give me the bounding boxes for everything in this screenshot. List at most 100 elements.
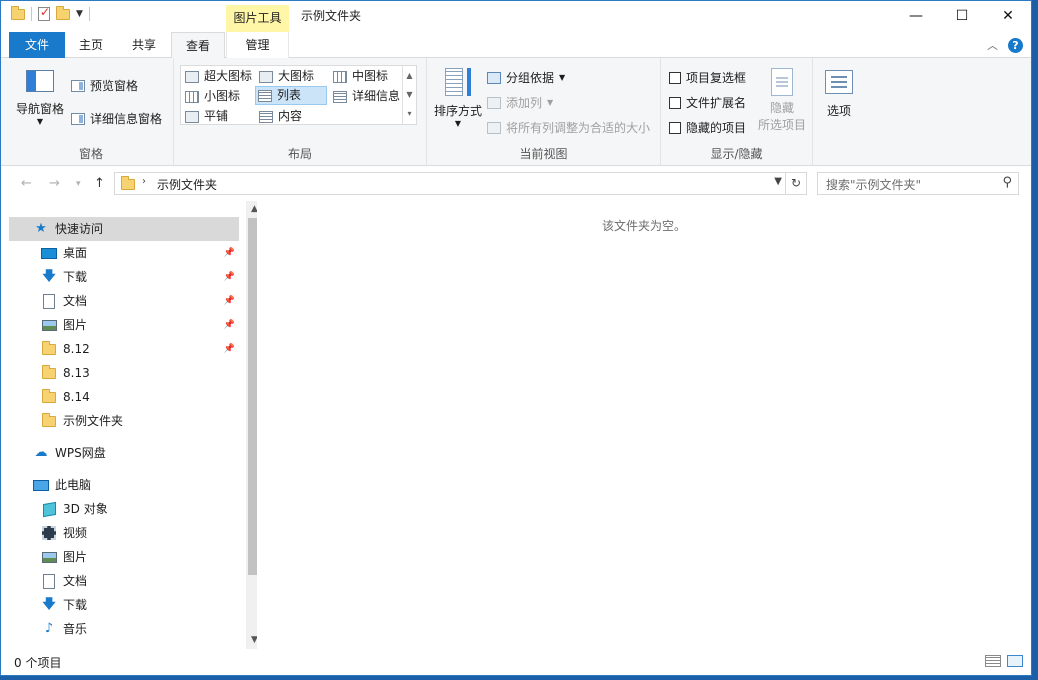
sidebar-item-this-pc[interactable]: 此电脑 — [9, 473, 239, 497]
collapse-ribbon-icon[interactable]: ︿ — [987, 37, 998, 53]
sidebar-item-music[interactable]: ♪ 音乐 — [9, 617, 239, 641]
back-arrow-icon[interactable]: ← — [21, 176, 32, 191]
folder-icon — [41, 388, 57, 405]
sidebar-item-label: 此电脑 — [55, 478, 92, 492]
sidebar-item-wps-cloud[interactable]: ☁ WPS网盘 — [9, 441, 239, 465]
sidebar-item-folder-8-12[interactable]: 8.12 📌 — [9, 337, 239, 361]
group-label-layout: 布局 — [287, 147, 312, 161]
checkbox[interactable] — [669, 121, 681, 134]
item-count: 0 个项目 — [14, 656, 62, 670]
scroll-up-icon[interactable]: ▲ — [403, 66, 416, 85]
navigation-pane-icon — [26, 70, 54, 92]
ribbon-group-panes: 导航窗格 ▼ 预览窗格 详细信息窗格 窗格 — [9, 58, 174, 166]
layout-large-icons[interactable]: 大图标 — [257, 67, 314, 86]
large-icons-icon — [259, 70, 273, 83]
navigation-pane: ★ 快速访问 桌面 📌 🡇 下载 📌 文档 📌 图片 📌 8.12 📌 8.13… — [9, 201, 263, 649]
search-icon[interactable]: ⚲ — [1002, 175, 1012, 190]
sidebar-item-quick-access[interactable]: ★ 快速访问 — [9, 217, 239, 241]
layout-gallery-scroll: ▲ ▼ ▾ — [402, 66, 416, 124]
document-icon — [41, 293, 57, 309]
details-pane-button[interactable]: 详细信息窗格 — [71, 110, 162, 127]
empty-folder-message: 该文件夹为空。 — [601, 219, 686, 233]
layout-list[interactable]: 列表 — [255, 86, 327, 105]
sidebar-item-pc-documents[interactable]: 文档 — [9, 569, 239, 593]
tab-home[interactable]: 主页 — [65, 32, 117, 58]
breadcrumb-chevron-icon[interactable]: › — [142, 176, 146, 187]
sidebar-item-sample-folder[interactable]: 示例文件夹 — [9, 409, 239, 433]
sidebar-item-folder-8-13[interactable]: 8.13 — [9, 361, 239, 385]
tab-share[interactable]: 共享 — [117, 32, 171, 58]
folder-icon — [41, 340, 57, 357]
folder-icon[interactable] — [11, 5, 25, 20]
layout-small-icons[interactable]: 小图标 — [183, 87, 240, 106]
scroll-down-icon[interactable]: ▼ — [403, 85, 416, 104]
sidebar-item-pictures[interactable]: 图片 📌 — [9, 313, 239, 337]
refresh-icon[interactable]: ↻ — [785, 173, 806, 194]
sidebar-item-downloads[interactable]: 🡇 下载 📌 — [9, 265, 239, 289]
ribbon-tabs: 文件 主页 共享 查看 管理 ︿ ? — [1, 32, 1031, 59]
search-box[interactable]: 搜索"示例文件夹" ⚲ — [817, 172, 1019, 195]
layout-content[interactable]: 内容 — [257, 107, 302, 126]
details-view-icon[interactable] — [985, 655, 1001, 667]
address-row: ← → ▾ ↑ › 示例文件夹 ▼ ↻ 搜索"示例文件夹" ⚲ — [1, 167, 1031, 201]
hidden-items-toggle[interactable]: 隐藏的项目 — [669, 119, 746, 136]
checkbox[interactable] — [669, 71, 681, 84]
group-by-button[interactable]: 分组依据 ▼ — [487, 69, 565, 86]
sidebar-item-label: 下载 — [63, 598, 88, 612]
item-checkboxes-toggle[interactable]: 项目复选框 — [669, 69, 746, 86]
customize-toolbar-dropdown-icon[interactable]: ▼ — [76, 9, 83, 19]
hide-selected-items-button[interactable]: 隐藏 所选项目 — [755, 68, 809, 133]
address-bar[interactable]: › 示例文件夹 ▼ ↻ — [114, 172, 807, 195]
file-list-area[interactable]: 该文件夹为空。 — [257, 201, 1031, 649]
layout-label: 大图标 — [278, 69, 315, 83]
maximize-button[interactable]: ☐ — [939, 1, 985, 32]
layout-details[interactable]: 详细信息 — [331, 87, 400, 106]
preview-pane-button[interactable]: 预览窗格 — [71, 77, 138, 94]
close-button[interactable]: ✕ — [985, 1, 1031, 32]
file-extensions-toggle[interactable]: 文件扩展名 — [669, 94, 746, 111]
layout-extra-large-icons[interactable]: 超大图标 — [183, 67, 252, 86]
status-bar: 0 个项目 — [1, 649, 1031, 675]
new-folder-icon[interactable] — [56, 5, 70, 20]
sidebar-item-documents[interactable]: 文档 📌 — [9, 289, 239, 313]
expand-gallery-icon[interactable]: ▾ — [403, 104, 416, 123]
navigation-pane-button[interactable]: 导航窗格 ▼ — [13, 70, 67, 126]
hide-selected-label-2: 所选项目 — [757, 118, 806, 132]
sidebar-item-pc-downloads[interactable]: 🡇 下载 — [9, 593, 239, 617]
sidebar-item-pc-pictures[interactable]: 图片 — [9, 545, 239, 569]
properties-icon[interactable] — [38, 5, 50, 21]
sidebar-item-3d-objects[interactable]: 3D 对象 — [9, 497, 239, 521]
sidebar-item-videos[interactable]: 视频 — [9, 521, 239, 545]
add-columns-button[interactable]: 添加列 ▼ — [487, 94, 553, 111]
minimize-button[interactable]: — — [893, 1, 939, 32]
sidebar-item-folder-8-14[interactable]: 8.14 — [9, 385, 239, 409]
size-all-columns-button[interactable]: 将所有列调整为合适的大小 — [487, 119, 650, 136]
pin-icon[interactable]: 📌 — [224, 265, 235, 289]
checkbox[interactable] — [669, 96, 681, 109]
tab-manage[interactable]: 管理 — [226, 32, 289, 58]
address-history-dropdown-icon[interactable]: ▼ — [774, 176, 782, 187]
large-icons-view-icon[interactable] — [1007, 655, 1023, 667]
pin-icon[interactable]: 📌 — [224, 313, 235, 337]
sort-by-button[interactable]: 排序方式 ▼ — [431, 68, 485, 128]
forward-arrow-icon[interactable]: → — [49, 176, 60, 191]
star-icon: ★ — [35, 221, 47, 236]
tab-file[interactable]: 文件 — [9, 32, 65, 58]
pin-icon[interactable]: 📌 — [224, 241, 235, 265]
sidebar-item-desktop[interactable]: 桌面 📌 — [9, 241, 239, 265]
pin-icon[interactable]: 📌 — [224, 337, 235, 361]
layout-tiles[interactable]: 平铺 — [183, 107, 228, 126]
options-button[interactable]: 选项 — [818, 70, 860, 119]
music-icon: ♪ — [44, 621, 54, 636]
small-icons-icon — [185, 90, 199, 103]
pin-icon[interactable]: 📌 — [224, 289, 235, 313]
breadcrumb[interactable]: 示例文件夹 — [157, 176, 217, 193]
layout-medium-icons[interactable]: 中图标 — [331, 67, 388, 86]
sidebar-item-label: 示例文件夹 — [63, 414, 124, 428]
tab-view[interactable]: 查看 — [171, 32, 225, 59]
up-arrow-icon[interactable]: ↑ — [94, 176, 105, 191]
help-icon[interactable]: ? — [1008, 37, 1023, 53]
recent-locations-icon[interactable]: ▾ — [76, 179, 81, 189]
picture-icon — [41, 317, 57, 333]
download-icon: 🡇 — [42, 269, 56, 284]
